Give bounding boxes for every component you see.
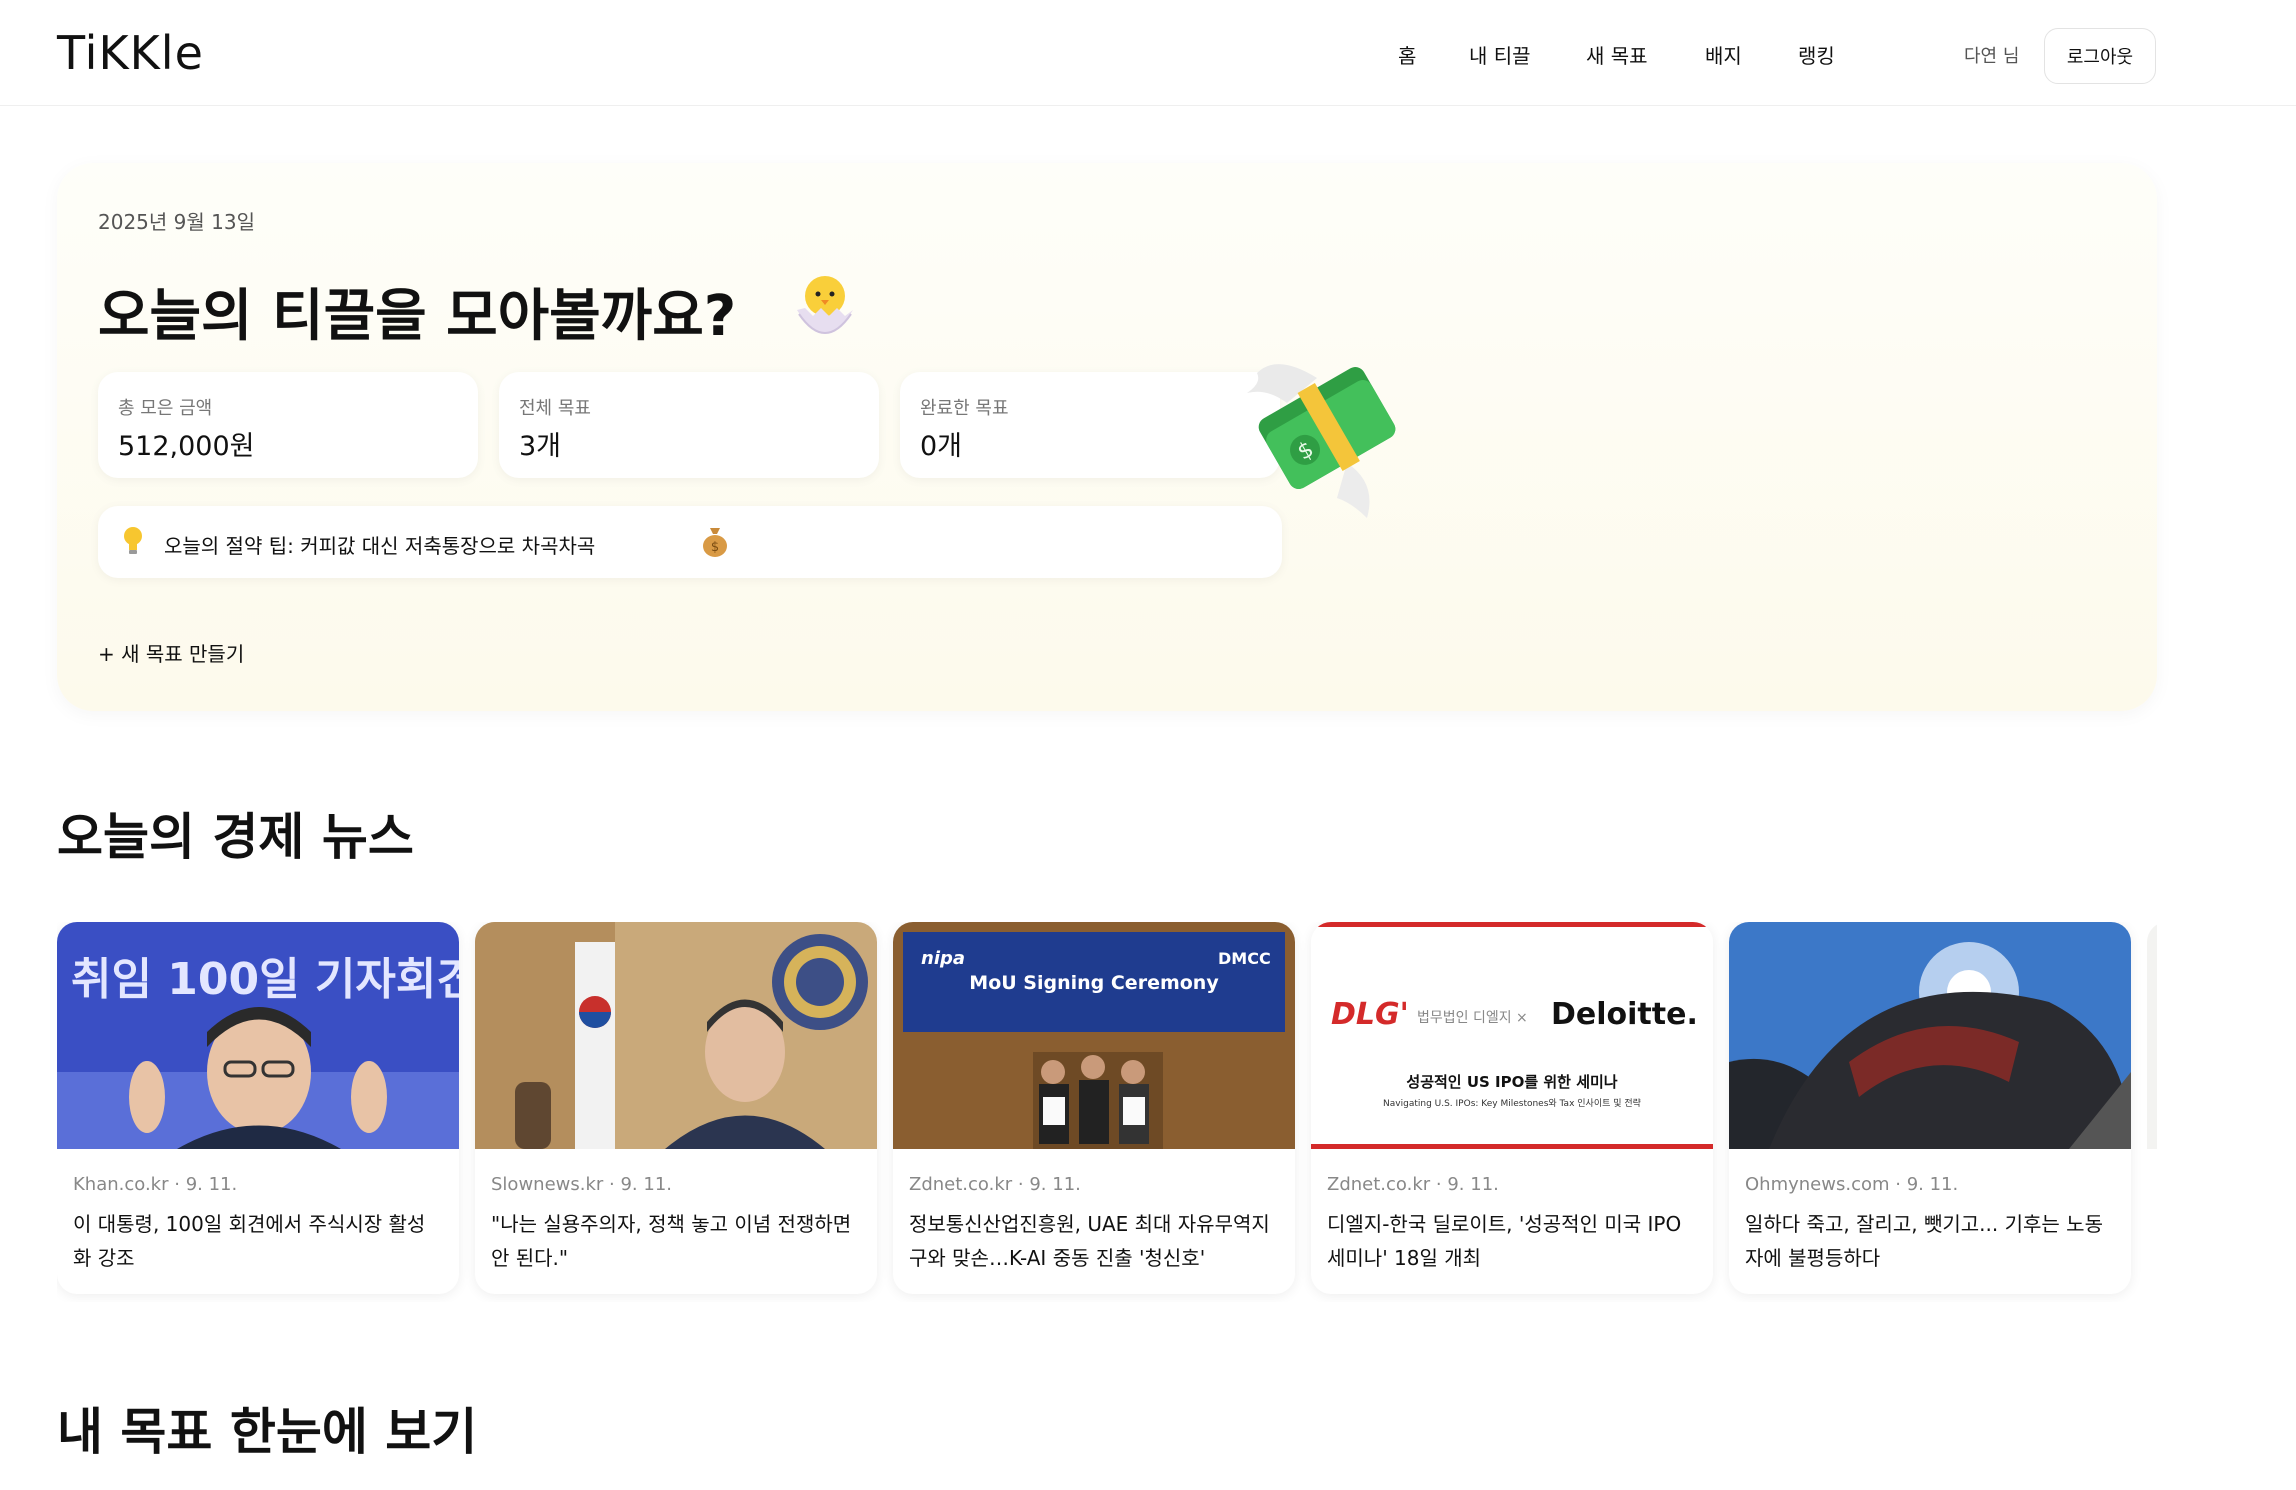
news-source: Khan.co.kr — [73, 1174, 169, 1195]
stat-value: 0개 — [920, 431, 963, 462]
thumb-banner-text: 성공적인 US IPO를 위한 세미나 — [1406, 1073, 1617, 1091]
news-date: · 9. 11. — [1017, 1174, 1081, 1195]
goals-section-title: 내 목표 한눈에 보기 — [57, 1403, 478, 1461]
news-card-peek[interactable] — [2147, 922, 2157, 1149]
thumb-banner-text: MoU Signing Ceremony — [969, 972, 1219, 994]
news-source: Ohmynews.com — [1745, 1174, 1890, 1195]
stat-label: 완료한 목표 — [920, 398, 1009, 419]
news-thumbnail: DLG' 법무법인 디엘지 × Deloitte. 성공적인 US IPO를 위… — [1311, 922, 1713, 1149]
nav-home[interactable]: 홈 — [1398, 40, 1416, 69]
thumb-logo-2: DMCC — [1218, 949, 1271, 968]
today-date: 2025년 9월 13일 — [98, 210, 255, 234]
nav-badges[interactable]: 배지 — [1705, 40, 1742, 69]
news-meta: Slownews.kr · 9. 11. — [491, 1174, 672, 1195]
svg-text:$: $ — [711, 540, 719, 555]
stat-label: 전체 목표 — [519, 398, 591, 419]
user-name: 다연 님 — [1964, 46, 2020, 67]
nav-new-goal[interactable]: 새 목표 — [1586, 40, 1648, 69]
logout-button[interactable]: 로그아웃 — [2044, 28, 2156, 84]
money-bag-icon: $ — [703, 528, 727, 557]
thumb-firm: 법무법인 디엘지 × — [1417, 1010, 1528, 1026]
news-source: Zdnet.co.kr — [1327, 1174, 1431, 1195]
news-carousel[interactable]: 취임 100일 기자회견 Khan.co.kr · 9. 11. 이 대통령, … — [57, 922, 2157, 1302]
news-card[interactable]: 취임 100일 기자회견 Khan.co.kr · 9. 11. 이 대통령, … — [57, 922, 459, 1294]
news-date: · 9. 11. — [609, 1174, 672, 1195]
lightbulb-icon — [124, 527, 142, 554]
news-section-title: 오늘의 경제 뉴스 — [57, 808, 414, 866]
logo[interactable]: TiKKle — [57, 26, 204, 80]
nav-ranking[interactable]: 랭킹 — [1798, 40, 1835, 69]
stat-value: 512,000원 — [118, 431, 255, 462]
stat-completed-goals: 완료한 목표 0개 — [900, 372, 1280, 478]
thumb-banner-text: 취임 100일 기자회견 — [71, 954, 459, 1005]
saving-tip: 오늘의 절약 팁: 커피값 대신 저축통장으로 차곡차곡 $ — [98, 506, 1282, 578]
news-thumbnail — [1729, 922, 2131, 1149]
news-date: · 9. 11. — [1895, 1174, 1959, 1195]
news-meta: Zdnet.co.kr · 9. 11. — [1327, 1174, 1499, 1195]
stat-total-saved: 총 모은 금액 512,000원 — [98, 372, 478, 478]
news-card[interactable]: DLG' 법무법인 디엘지 × Deloitte. 성공적인 US IPO를 위… — [1311, 922, 1713, 1294]
news-card[interactable]: nipa DMCC MoU Signing Ceremony Zdnet.co.… — [893, 922, 1295, 1294]
news-date: · 9. 11. — [1435, 1174, 1499, 1195]
tip-text: 오늘의 절약 팁: 커피값 대신 저축통장으로 차곡차곡 — [164, 534, 596, 558]
news-meta: Zdnet.co.kr · 9. 11. — [909, 1174, 1081, 1195]
stat-value: 3개 — [519, 431, 562, 462]
thumb-logo: nipa — [921, 948, 965, 969]
thumb-sub-text: Navigating U.S. IPOs: Key Milestones와 Ta… — [1383, 1097, 1641, 1109]
news-thumbnail: nipa DMCC MoU Signing Ceremony — [893, 922, 1295, 1149]
thumb-logo-2: Deloitte. — [1551, 997, 1698, 1032]
news-title[interactable]: 이 대통령, 100일 회견에서 주식시장 활성화 강조 — [73, 1207, 443, 1275]
hero-title: 오늘의 티끌을 모아볼까요? — [98, 284, 737, 349]
hero-card: 2025년 9월 13일 오늘의 티끌을 모아볼까요? 총 모은 금액 512,… — [57, 163, 2157, 711]
news-meta: Khan.co.kr · 9. 11. — [73, 1174, 237, 1195]
news-source: Slownews.kr — [491, 1174, 604, 1195]
stat-label: 총 모은 금액 — [118, 398, 213, 419]
news-card[interactable]: Ohmynews.com · 9. 11. 일하다 죽고, 잘리고, 뺏기고..… — [1729, 922, 2131, 1294]
stat-total-goals: 전체 목표 3개 — [499, 372, 879, 478]
hatching-chick-icon — [797, 276, 853, 334]
news-thumbnail: 취임 100일 기자회견 — [57, 922, 459, 1149]
news-source: Zdnet.co.kr — [909, 1174, 1013, 1195]
news-meta: Ohmynews.com · 9. 11. — [1745, 1174, 1958, 1195]
news-card[interactable]: Slownews.kr · 9. 11. "나는 실용주의자, 정책 놓고 이념… — [475, 922, 877, 1294]
nav-my-tikkle[interactable]: 내 티끌 — [1469, 40, 1531, 69]
news-title[interactable]: 디엘지-한국 딜로이트, '성공적인 미국 IPO 세미나' 18일 개최 — [1327, 1207, 1697, 1275]
thumb-logo: DLG' — [1331, 997, 1409, 1032]
news-title[interactable]: 일하다 죽고, 잘리고, 뺏기고... 기후는 노동자에 불평등하다 — [1745, 1207, 2115, 1275]
top-header: TiKKle 홈 내 티끌 새 목표 배지 랭킹 다연 님 로그아웃 — [0, 0, 2296, 106]
flying-money-icon: $ — [1247, 364, 1396, 518]
news-date: · 9. 11. — [174, 1174, 238, 1195]
news-title[interactable]: 정보통신산업진흥원, UAE 최대 자유무역지구와 맞손…K-AI 중동 진출 … — [909, 1207, 1279, 1275]
news-thumbnail — [475, 922, 877, 1149]
news-title[interactable]: "나는 실용주의자, 정책 놓고 이념 전쟁하면 안 된다." — [491, 1207, 861, 1275]
new-goal-link[interactable]: + 새 목표 만들기 — [98, 638, 244, 667]
